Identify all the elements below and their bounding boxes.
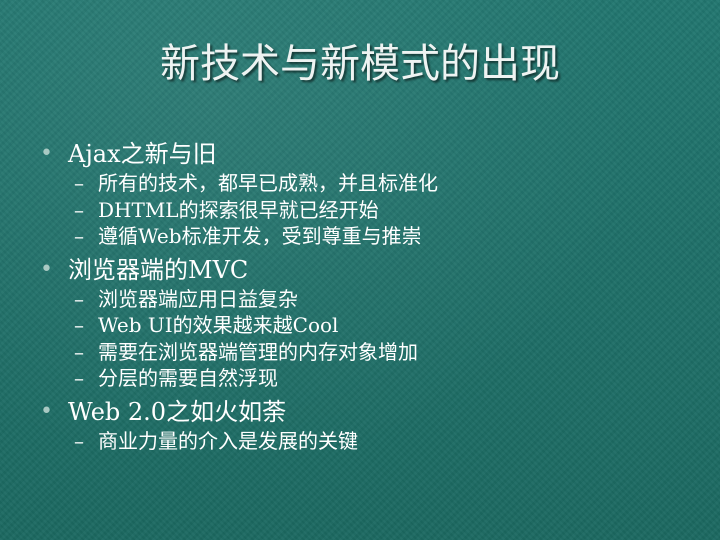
bullet-dot-icon: •: [40, 256, 53, 282]
sub-item-text: 遵循Web标准开发，受到尊重与推崇: [98, 224, 422, 248]
dash-icon: –: [74, 224, 84, 248]
sub-item: – 需要在浏览器端管理的内存对象增加: [40, 339, 700, 366]
bullet-item-web20: • Web 2.0之如火如荼 – 商业力量的介入是发展的关键: [40, 396, 700, 455]
sub-item: – 浏览器端应用日益复杂: [40, 286, 700, 313]
sub-item: – 遵循Web标准开发，受到尊重与推崇: [40, 223, 700, 250]
sub-item-text: 所有的技术，都早已成熟，并且标准化: [98, 171, 438, 195]
bullet-line: • 浏览器端的MVC: [40, 254, 700, 286]
sub-item: – 所有的技术，都早已成熟，并且标准化: [40, 170, 700, 197]
bullet-dot-icon: •: [40, 141, 53, 166]
sub-item: – 分层的需要自然浮现: [40, 365, 700, 392]
sub-item: – Web UI的效果越来越Cool: [40, 312, 700, 339]
dash-icon: –: [74, 286, 84, 311]
dash-icon: –: [74, 171, 84, 195]
sub-item-text: 商业力量的介入是发展的关键: [98, 428, 358, 453]
bullet-line: • Ajax之新与旧: [40, 138, 700, 170]
slide-title: 新技术与新模式的出现: [160, 41, 560, 87]
sub-item: – 商业力量的介入是发展的关键: [40, 428, 700, 455]
dash-icon: –: [74, 339, 84, 364]
bullet-text: Web 2.0之如火如荼: [68, 397, 287, 426]
bullet-dot-icon: •: [40, 398, 53, 424]
sub-item-text: Web UI的效果越来越Cool: [98, 313, 339, 337]
sub-item-text: 浏览器端应用日益复杂: [98, 286, 298, 311]
bullet-line: • Web 2.0之如火如荼: [40, 396, 700, 428]
dash-icon: –: [74, 313, 84, 337]
slide-content: • Ajax之新与旧 – 所有的技术，都早已成熟，并且标准化 – DHTML的探…: [40, 134, 700, 454]
sub-item-text: DHTML的探索很早就已经开始: [98, 197, 379, 222]
bullet-item-mvc: • 浏览器端的MVC – 浏览器端应用日益复杂 – Web UI的效果越来越Co…: [40, 254, 700, 392]
sub-item-text: 需要在浏览器端管理的内存对象增加: [98, 339, 418, 364]
dash-icon: –: [74, 428, 84, 453]
bullet-item-ajax: • Ajax之新与旧 – 所有的技术，都早已成熟，并且标准化 – DHTML的探…: [40, 138, 700, 250]
dash-icon: –: [74, 366, 84, 390]
sub-item: – DHTML的探索很早就已经开始: [40, 197, 700, 224]
bullet-text: Ajax之新与旧: [68, 140, 217, 168]
dash-icon: –: [74, 197, 84, 222]
sub-item-text: 分层的需要自然浮现: [98, 366, 278, 390]
bullet-text: 浏览器端的MVC: [68, 255, 249, 284]
